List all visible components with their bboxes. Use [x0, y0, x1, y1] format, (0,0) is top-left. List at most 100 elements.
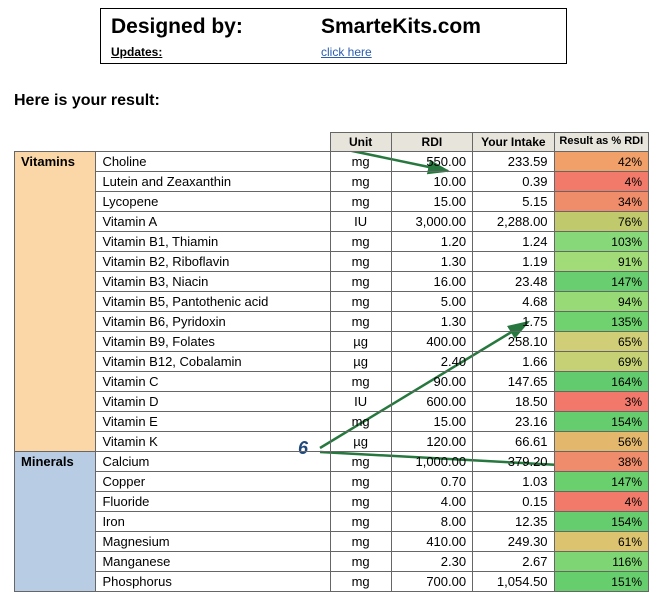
unit-cell: mg: [330, 312, 391, 332]
rdi-cell: 550.00: [391, 152, 472, 172]
intake-cell: 1.03: [473, 472, 554, 492]
table-row: Lycopenemg15.005.1534%: [15, 192, 649, 212]
pct-cell: 56%: [554, 432, 648, 452]
intake-cell: 1.75: [473, 312, 554, 332]
result-heading: Here is your result:: [14, 92, 667, 110]
intake-cell: 18.50: [473, 392, 554, 412]
intake-cell: 1.19: [473, 252, 554, 272]
nutrient-name: Choline: [96, 152, 330, 172]
table-row: Vitamin AIU3,000.002,288.0076%: [15, 212, 649, 232]
nutrient-name: Vitamin B9, Folates: [96, 332, 330, 352]
unit-cell: mg: [330, 572, 391, 592]
intake-cell: 249.30: [473, 532, 554, 552]
header-banner: Designed by: SmarteKits.com Updates: cli…: [100, 8, 567, 64]
intake-cell: 23.16: [473, 412, 554, 432]
pct-cell: 94%: [554, 292, 648, 312]
unit-cell: mg: [330, 232, 391, 252]
updates-link[interactable]: click here: [321, 45, 372, 59]
nutrient-name: Copper: [96, 472, 330, 492]
table-row: Vitamin B1, Thiaminmg1.201.24103%: [15, 232, 649, 252]
unit-cell: IU: [330, 392, 391, 412]
pct-cell: 76%: [554, 212, 648, 232]
nutrient-name: Manganese: [96, 552, 330, 572]
table-row: Vitamin B6, Pyridoxinmg1.301.75135%: [15, 312, 649, 332]
nutrient-name: Lutein and Zeaxanthin: [96, 172, 330, 192]
intake-cell: 1.66: [473, 352, 554, 372]
designed-by-label: Designed by:: [111, 15, 321, 39]
pct-cell: 164%: [554, 372, 648, 392]
table-row: Vitamin B9, Folatesµg400.00258.1065%: [15, 332, 649, 352]
pct-cell: 135%: [554, 312, 648, 332]
pct-cell: 4%: [554, 492, 648, 512]
pct-cell: 103%: [554, 232, 648, 252]
updates-label: Updates:: [111, 45, 321, 59]
intake-cell: 0.39: [473, 172, 554, 192]
col-rdi: RDI: [391, 133, 472, 152]
table-row: Vitamin B5, Pantothenic acidmg5.004.6894…: [15, 292, 649, 312]
pct-cell: 154%: [554, 412, 648, 432]
nutrient-name: Vitamin C: [96, 372, 330, 392]
intake-cell: 0.15: [473, 492, 554, 512]
rdi-cell: 120.00: [391, 432, 472, 452]
rdi-cell: 1.30: [391, 252, 472, 272]
nutrient-name: Vitamin B6, Pyridoxin: [96, 312, 330, 332]
unit-cell: mg: [330, 452, 391, 472]
intake-cell: 2.67: [473, 552, 554, 572]
nutrient-name: Vitamin B12, Cobalamin: [96, 352, 330, 372]
intake-cell: 23.48: [473, 272, 554, 292]
unit-cell: µg: [330, 352, 391, 372]
col-intake: Your Intake: [473, 133, 554, 152]
intake-cell: 5.15: [473, 192, 554, 212]
pct-cell: 3%: [554, 392, 648, 412]
col-pct: Result as % RDI: [554, 133, 648, 152]
nutrient-name: Vitamin B5, Pantothenic acid: [96, 292, 330, 312]
unit-cell: mg: [330, 152, 391, 172]
rdi-cell: 3,000.00: [391, 212, 472, 232]
rdi-cell: 90.00: [391, 372, 472, 392]
unit-cell: mg: [330, 412, 391, 432]
table-row: Phosphorusmg700.001,054.50151%: [15, 572, 649, 592]
pct-cell: 4%: [554, 172, 648, 192]
intake-cell: 1,054.50: [473, 572, 554, 592]
rdi-cell: 410.00: [391, 532, 472, 552]
pct-cell: 154%: [554, 512, 648, 532]
table-row: Magnesiummg410.00249.3061%: [15, 532, 649, 552]
rdi-cell: 700.00: [391, 572, 472, 592]
unit-cell: mg: [330, 512, 391, 532]
table-row: Ironmg8.0012.35154%: [15, 512, 649, 532]
nutrient-name: Vitamin A: [96, 212, 330, 232]
unit-cell: mg: [330, 372, 391, 392]
category-cell: Minerals: [15, 452, 96, 592]
table-row: Vitamin B2, Riboflavinmg1.301.1991%: [15, 252, 649, 272]
rdi-cell: 4.00: [391, 492, 472, 512]
table-row: Vitamin Emg15.0023.16154%: [15, 412, 649, 432]
intake-cell: 147.65: [473, 372, 554, 392]
nutrient-name: Vitamin B3, Niacin: [96, 272, 330, 292]
unit-cell: µg: [330, 432, 391, 452]
rdi-cell: 15.00: [391, 412, 472, 432]
nutrient-name: Vitamin K: [96, 432, 330, 452]
intake-cell: 4.68: [473, 292, 554, 312]
rdi-cell: 5.00: [391, 292, 472, 312]
unit-cell: mg: [330, 472, 391, 492]
rdi-cell: 1,000.00: [391, 452, 472, 472]
intake-cell: 379.20: [473, 452, 554, 472]
table-row: MineralsCalciummg1,000.00379.2038%: [15, 452, 649, 472]
nutrient-name: Fluoride: [96, 492, 330, 512]
table-row: Vitamin B12, Cobalaminµg2.401.6669%: [15, 352, 649, 372]
rdi-cell: 10.00: [391, 172, 472, 192]
table-row: Coppermg0.701.03147%: [15, 472, 649, 492]
col-unit: Unit: [330, 133, 391, 152]
table-row: Fluoridemg4.000.154%: [15, 492, 649, 512]
nutrient-name: Vitamin B2, Riboflavin: [96, 252, 330, 272]
unit-cell: mg: [330, 532, 391, 552]
pct-cell: 147%: [554, 272, 648, 292]
unit-cell: mg: [330, 552, 391, 572]
unit-cell: mg: [330, 272, 391, 292]
intake-cell: 2,288.00: [473, 212, 554, 232]
intake-cell: 258.10: [473, 332, 554, 352]
rdi-cell: 2.40: [391, 352, 472, 372]
table-row: Vitamin DIU600.0018.503%: [15, 392, 649, 412]
intake-cell: 233.59: [473, 152, 554, 172]
nutrient-name: Phosphorus: [96, 572, 330, 592]
